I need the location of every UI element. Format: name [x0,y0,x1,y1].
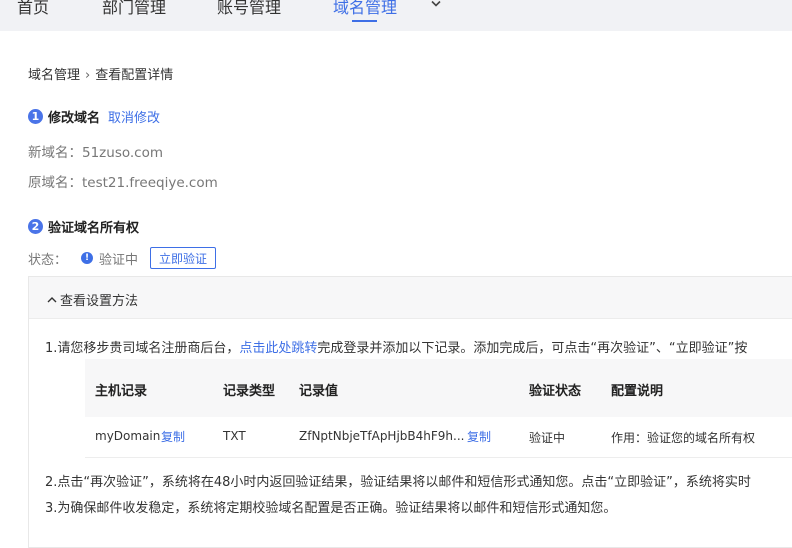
column-header-status: 验证状态 [529,384,582,399]
old-domain-row: 原域名：test21.freeqiye.com [28,171,218,191]
host-record-cell: myDomain [95,429,161,443]
panel-header: 查看设置方法 [29,277,792,319]
status-row: 状态： ! 验证中 立即验证 [28,247,217,269]
instruction-line-2: 2.点击“再次验证”，系统将在48小时内返回验证结果，验证结果将以邮件和短信形式… [45,475,751,490]
status-value: 验证中 [99,252,139,268]
old-domain-label: 原域名： [28,175,82,191]
instruction-text: 完成登录并添加以下记录。添加完成后，可点击“再次验证”、“立即验证”按 [317,341,748,356]
verify-now-button[interactable]: 立即验证 [150,247,217,269]
registrar-jump-link[interactable]: 点击此处跳转 [239,341,317,356]
step-2-title: 验证域名所有权 [48,221,140,236]
nav-item-accounts[interactable]: 账号管理 [217,0,281,18]
new-domain-label: 新域名： [28,145,82,161]
column-header-note: 配置说明 [611,384,664,399]
info-icon: ! [81,252,94,264]
copy-host-button[interactable]: 复制 [161,428,185,445]
step-number-badge: 1 [28,109,43,124]
status-label: 状态： [28,252,68,268]
column-header-value: 记录值 [299,384,339,399]
panel-title: 查看设置方法 [60,294,139,309]
instruction-text: 1.请您移步贵司域名注册商后台， [45,341,240,356]
top-nav: 首页 部门管理 账号管理 域名管理 [0,0,792,31]
config-note-cell: 作用：验证您的域名所有权 [611,431,756,445]
old-domain-value: test21.freeqiye.com [82,175,218,191]
active-tab-indicator [352,20,377,22]
verify-status-cell: 验证中 [529,431,566,445]
breadcrumb: 域名管理 › 查看配置详情 [28,64,173,83]
column-header-type: 记录类型 [223,384,276,399]
breadcrumb-current: 查看配置详情 [95,68,174,83]
instruction-line-3: 3.为确保邮件收发稳定，系统将定期校验域名配置是否正确。验证结果将以邮件和短信形… [45,501,617,516]
step-1-title: 修改域名 [48,111,101,126]
step-1-heading: 1 修改域名 取消修改 [28,107,160,126]
copy-value-button[interactable]: 复制 [467,428,491,445]
table-header: 主机记录 记录类型 记录值 验证状态 配置说明 [85,359,792,417]
breadcrumb-separator: › [85,68,91,83]
cancel-modify-link[interactable]: 取消修改 [108,107,160,126]
nav-item-home[interactable]: 首页 [17,0,49,18]
table-row: myDomain 复制 TXT ZfNptNbjeTfApHjbB4hF9h..… [85,417,792,458]
record-value-cell: ZfNptNbjeTfApHjbB4hF9h... [299,429,465,443]
step-2-heading: 2 验证域名所有权 [28,217,139,236]
panel-toggle[interactable]: 查看设置方法 [47,290,138,309]
column-header-host: 主机记录 [95,384,148,399]
breadcrumb-link-domains[interactable]: 域名管理 [28,68,80,83]
new-domain-value: 51zuso.com [82,145,163,161]
chevron-up-icon [47,296,57,302]
nav-item-domains[interactable]: 域名管理 [333,0,397,18]
step-number-badge: 2 [28,219,43,234]
setup-method-panel: 查看设置方法 1.请您移步贵司域名注册商后台，点击此处跳转完成登录并添加以下记录… [28,276,792,548]
chevron-down-icon[interactable] [431,0,441,8]
instruction-line-1: 1.请您移步贵司域名注册商后台，点击此处跳转完成登录并添加以下记录。添加完成后，… [45,337,747,356]
new-domain-row: 新域名：51zuso.com [28,141,163,161]
record-type-cell: TXT [223,429,246,443]
nav-item-departments[interactable]: 部门管理 [102,0,166,18]
